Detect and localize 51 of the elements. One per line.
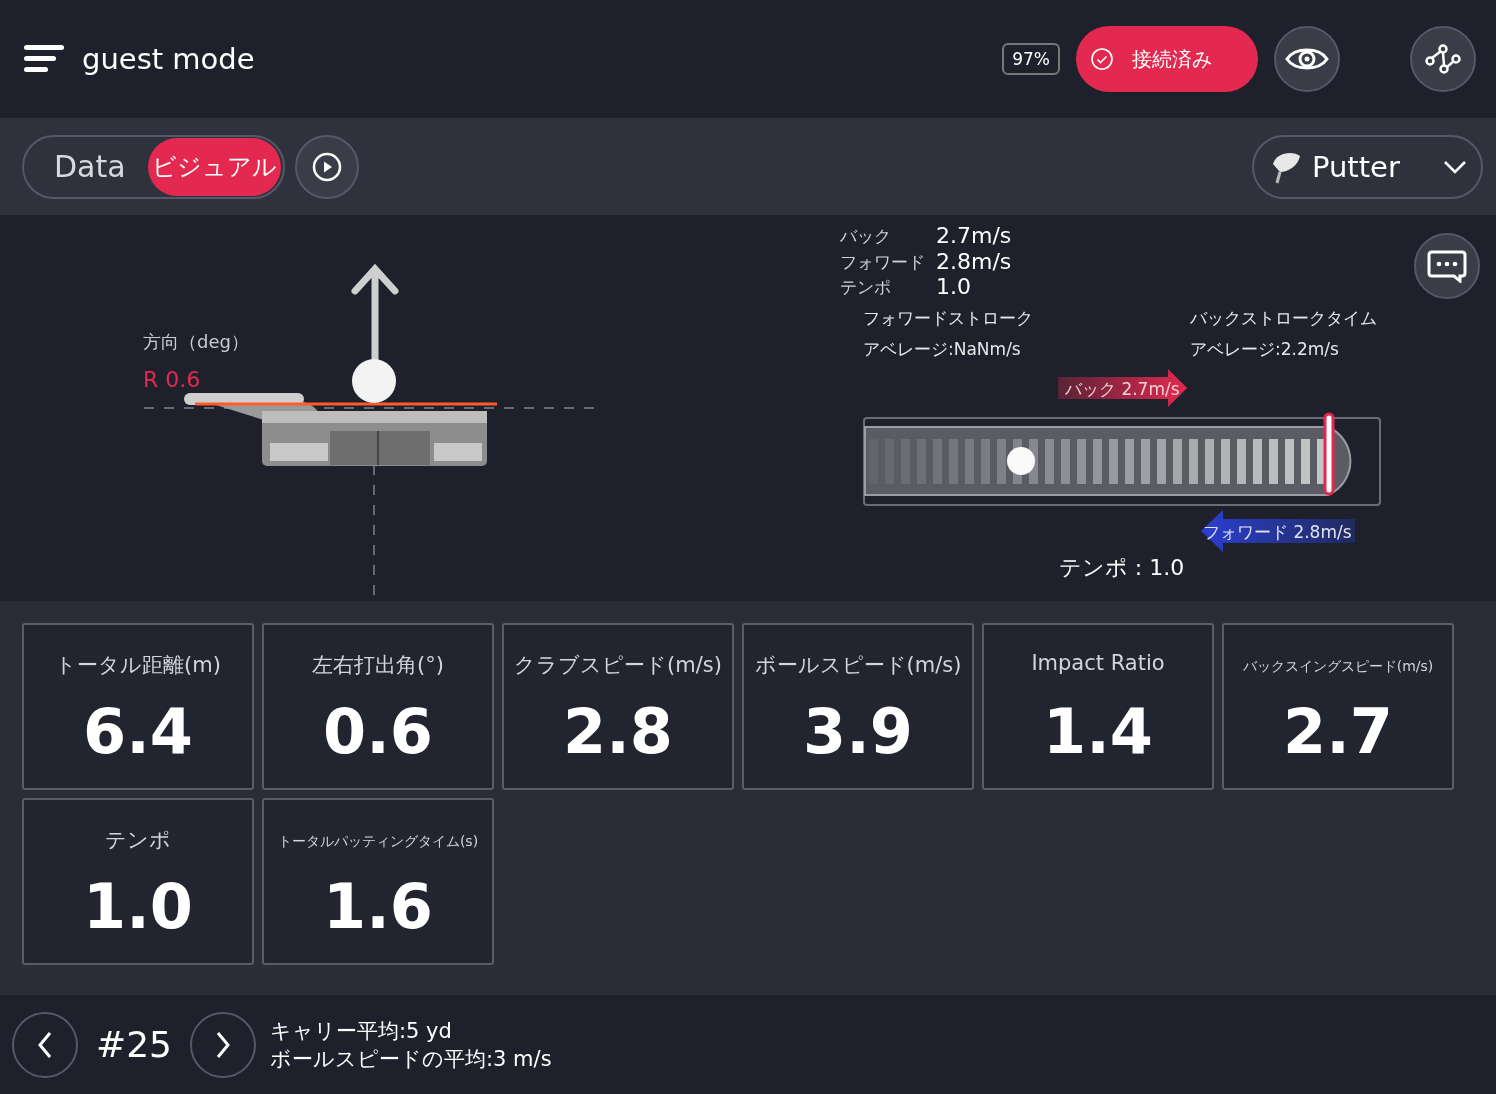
tempo-label: テンポ : 1.0 [1057, 554, 1186, 582]
menu-icon[interactable] [24, 45, 64, 73]
forward-speed-arrow: フォワード 2.8m/s [1201, 510, 1355, 552]
stroke-title: フォワードストローク [863, 307, 1034, 330]
speed-label: テンポ [840, 276, 892, 299]
ball-speed-average: ボールスピードの平均:3 m/s [270, 1045, 552, 1073]
metric-value: 2.8 [563, 695, 673, 768]
metric-label: 左右打出角(°) [312, 652, 444, 679]
club-dropdown[interactable]: Putter [1252, 134, 1483, 199]
metric-label: バックスイングスピード(m/s) [1242, 657, 1434, 676]
metric-value: 1.0 [83, 870, 193, 943]
metric-label: テンポ [105, 827, 171, 854]
metric-label: トータルパッティングタイム(s) [277, 832, 479, 851]
chat-icon [1427, 249, 1467, 283]
stroke-average: アベレージ:2.2m/s [1190, 338, 1340, 361]
metric-value: 2.7 [1283, 695, 1393, 768]
stroke-average: アベレージ:NaNm/s [863, 338, 1022, 361]
speed-value: 2.7m/s [936, 224, 1012, 249]
chevron-left-icon [37, 1030, 53, 1059]
battery-indicator: 97% [1002, 43, 1060, 75]
metric-label: ボールスピード(m/s) [754, 652, 962, 679]
direction-label: 方向（deg） [143, 331, 249, 352]
speed-value: 2.8m/s [936, 249, 1012, 274]
carry-average: キャリー平均:5 yd [270, 1017, 453, 1045]
view-tab[interactable]: ビジュアル [147, 137, 281, 196]
back-speed-arrow: バック 2.7m/s [1058, 369, 1187, 407]
play-icon [311, 151, 342, 182]
previous-button[interactable] [12, 1011, 78, 1078]
metric-label: トータル距離(m) [55, 652, 221, 679]
caret-icon [1443, 159, 1467, 174]
metric-label: Impact Ratio [1031, 651, 1165, 677]
metric-value: 3.9 [803, 695, 913, 768]
metric-value: 1.4 [1043, 695, 1153, 768]
chevron-right-icon [215, 1030, 231, 1059]
golf-ball [352, 359, 396, 403]
nodes-icon [1425, 44, 1461, 74]
view-tab[interactable]: Data [42, 137, 138, 196]
metric-value: 6.4 [83, 695, 193, 768]
speed-value: 1.0 [936, 275, 972, 299]
shot-number: #25 [96, 1024, 172, 1065]
stroke-title: バックストロークタイム [1190, 307, 1377, 330]
connection-button[interactable]: 接続済み [1076, 26, 1258, 92]
next-button[interactable] [190, 1011, 256, 1078]
metric-value: 1.6 [323, 870, 433, 943]
check-circle-icon [1090, 47, 1114, 71]
app-title: guest mode [82, 42, 255, 76]
metric-value: 0.6 [323, 695, 433, 768]
direction-value: R 0.6 [143, 367, 201, 392]
speed-label: バック [840, 225, 892, 249]
metric-label: クラブスピード(m/s) [514, 652, 722, 679]
speed-label: フォワード [840, 250, 926, 274]
